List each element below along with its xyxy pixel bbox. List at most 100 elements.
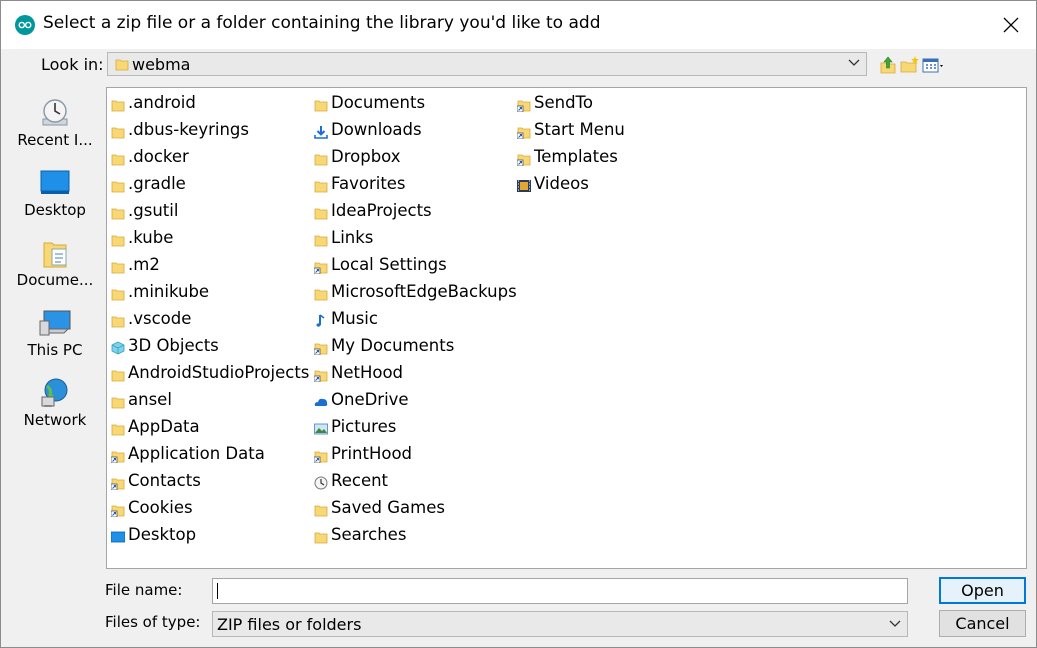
place-network[interactable]: Network: [7, 377, 103, 441]
place-desktop[interactable]: Desktop: [7, 167, 103, 231]
file-list[interactable]: .android .dbus-keyrings .docker .gradle .gsu…: [106, 87, 1027, 569]
folder-shortcut-icon: [313, 366, 328, 383]
file-item-label: .m2: [128, 255, 160, 274]
file-item-videos[interactable]: Videos: [513, 173, 625, 200]
file-item-sendto[interactable]: SendTo: [513, 92, 625, 119]
file-item-label: Documents: [331, 93, 426, 112]
downloads-icon: [314, 123, 328, 139]
file-name-input[interactable]: [212, 578, 908, 604]
file-item-searches[interactable]: Searches: [310, 524, 517, 551]
file-item-vscode[interactable]: .vscode: [107, 308, 309, 335]
folder-shortcut-icon: [313, 447, 328, 464]
file-item-start-menu[interactable]: Start Menu: [513, 119, 625, 146]
file-item-printhood[interactable]: PrintHood: [310, 443, 517, 470]
title-bar: Select a zip file or a folder containing…: [1, 1, 1036, 49]
file-item-recent[interactable]: Recent: [310, 470, 517, 497]
file-item-my-documents[interactable]: My Documents: [310, 335, 517, 362]
file-list-column-1: .android .dbus-keyrings .docker .gradle .gsu…: [107, 92, 309, 551]
file-item-contacts[interactable]: Contacts: [107, 470, 309, 497]
folder-icon: [111, 231, 125, 247]
folder-icon: [111, 420, 125, 436]
file-item-label: Templates: [534, 147, 618, 166]
file-item-saved-games[interactable]: Saved Games: [310, 497, 517, 524]
file-item-label: Start Menu: [534, 120, 625, 139]
file-item-ansel[interactable]: ansel: [107, 389, 309, 416]
text-caret: [217, 583, 218, 599]
dialog-title: Select a zip file or a folder containing…: [43, 13, 601, 33]
file-item-label: Favorites: [331, 174, 406, 193]
cancel-button[interactable]: Cancel: [939, 610, 1026, 637]
file-item-gradle[interactable]: .gradle: [107, 173, 309, 200]
place-recent-items[interactable]: Recent I...: [7, 97, 103, 161]
chevron-down-icon: [848, 59, 860, 66]
file-item-desktop[interactable]: Desktop: [107, 524, 309, 551]
file-item-label: .kube: [128, 228, 174, 247]
folder-icon: [111, 150, 125, 166]
file-item-label: Saved Games: [331, 498, 445, 517]
file-item-nethood[interactable]: NetHood: [310, 362, 517, 389]
look-in-label: Look in:: [41, 55, 104, 74]
look-in-dropdown[interactable]: webma: [107, 52, 867, 76]
place-documents[interactable]: Docume...: [7, 237, 103, 301]
file-item-label: Recent: [331, 471, 389, 490]
file-item-appdata[interactable]: AppData: [107, 416, 309, 443]
file-item-pictures[interactable]: Pictures: [310, 416, 517, 443]
file-list-column-2: Documents Downloads Dropbox Favorites IdeaPr…: [310, 92, 517, 551]
folder-shortcut-icon: [313, 258, 328, 275]
up-one-level-button[interactable]: [878, 55, 898, 75]
place-this-pc[interactable]: This PC: [7, 307, 103, 371]
folder-icon: [314, 231, 328, 247]
file-item-androidstudioprojects[interactable]: AndroidStudioProjects: [107, 362, 309, 389]
this-pc-icon: [39, 310, 71, 336]
files-of-type-dropdown[interactable]: ZIP files or folders: [212, 611, 908, 637]
place-label: Docume...: [16, 271, 94, 289]
view-menu-button[interactable]: [922, 55, 946, 75]
file-item-gsutil[interactable]: .gsutil: [107, 200, 309, 227]
file-item-onedrive[interactable]: OneDrive: [310, 389, 517, 416]
folder-icon: [111, 285, 125, 301]
file-item-cookies[interactable]: Cookies: [107, 497, 309, 524]
file-item-dbus-keyrings[interactable]: .dbus-keyrings: [107, 119, 309, 146]
file-item-ideaprojects[interactable]: IdeaProjects: [310, 200, 517, 227]
folder-shortcut-icon: [516, 150, 531, 167]
folder-icon: [111, 204, 125, 220]
file-item-microsoftedgebackups[interactable]: MicrosoftEdgeBackups: [310, 281, 517, 308]
files-of-type-value: ZIP files or folders: [217, 615, 362, 634]
folder-shortcut-icon: [313, 339, 328, 356]
place-label: This PC: [27, 341, 83, 359]
folder-icon: [111, 393, 125, 409]
folder-shortcut-icon: [516, 96, 531, 113]
file-item-m2[interactable]: .m2: [107, 254, 309, 281]
file-item-documents[interactable]: Documents: [310, 92, 517, 119]
documents-icon: [43, 242, 67, 268]
file-item-docker[interactable]: .docker: [107, 146, 309, 173]
file-item-minikube[interactable]: .minikube: [107, 281, 309, 308]
recent-icon: [314, 474, 328, 490]
look-in-value: webma: [132, 55, 191, 74]
create-new-folder-button[interactable]: [900, 55, 920, 75]
file-item-dropbox[interactable]: Dropbox: [310, 146, 517, 173]
file-item-local-settings[interactable]: Local Settings: [310, 254, 517, 281]
file-item-label: .docker: [128, 147, 189, 166]
file-item-android[interactable]: .android: [107, 92, 309, 119]
open-button[interactable]: Open: [939, 577, 1026, 604]
file-item-label: .gradle: [128, 174, 186, 193]
view-menu-icon: [922, 58, 943, 73]
file-item-links[interactable]: Links: [310, 227, 517, 254]
close-button[interactable]: [991, 7, 1031, 43]
file-item-label: Music: [331, 309, 378, 328]
file-item-music[interactable]: Music: [310, 308, 517, 335]
file-item-downloads[interactable]: Downloads: [310, 119, 517, 146]
file-item-label: IdeaProjects: [331, 201, 432, 220]
up-one-level-icon: [880, 56, 896, 74]
place-label: Network: [23, 411, 87, 429]
file-item-application-data[interactable]: Application Data: [107, 443, 309, 470]
chevron-down-icon: [889, 620, 901, 627]
file-item-kube[interactable]: .kube: [107, 227, 309, 254]
file-item-templates[interactable]: Templates: [513, 146, 625, 173]
file-item-label: .dbus-keyrings: [128, 120, 249, 139]
file-item-label: PrintHood: [331, 444, 413, 463]
file-item-3d-objects[interactable]: 3D Objects: [107, 335, 309, 362]
file-item-favorites[interactable]: Favorites: [310, 173, 517, 200]
network-icon: [41, 378, 68, 407]
